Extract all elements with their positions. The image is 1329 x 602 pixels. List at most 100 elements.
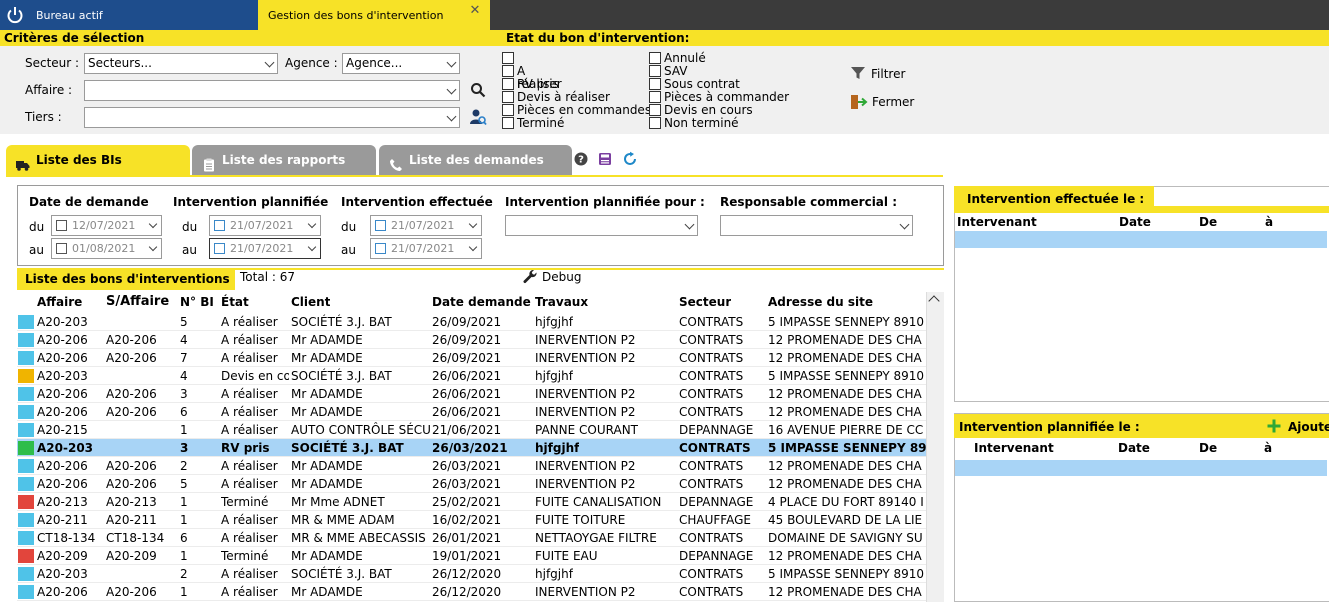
cell-adresse: 5 IMPASSE SENNEPY 8910 [768, 567, 925, 581]
demande-au-date[interactable]: 01/08/2021 [51, 238, 162, 259]
demande-au-checkbox[interactable] [56, 243, 67, 254]
add-icon[interactable] [1267, 419, 1281, 433]
cell-saffaire: A20-206 [106, 459, 157, 473]
secteur-select[interactable]: Secteurs... [84, 53, 278, 74]
effect-du-checkbox[interactable] [375, 220, 386, 231]
planifiee-pour-select[interactable] [505, 215, 698, 236]
filter-icon[interactable] [850, 65, 866, 81]
tab-liste-demandes[interactable]: Liste des demandes [379, 145, 572, 175]
scrollbar[interactable] [926, 292, 944, 602]
tab-liste-bis[interactable]: Liste des BIs [6, 145, 190, 175]
tiers-select[interactable] [84, 107, 460, 128]
table-row[interactable]: A20-206 A20-206 4 A réaliser Mr ADAMDE 26/09/… [17, 331, 926, 349]
effectuee-selected-row[interactable] [955, 231, 1327, 248]
cell-date: 16/02/2021 [432, 513, 502, 527]
cell-adresse: 12 PROMENADE DES CHA [768, 333, 922, 347]
user-search-icon[interactable] [469, 108, 487, 126]
save-icon[interactable] [598, 152, 612, 166]
table-row[interactable]: A20-211 A20-211 1 A réaliser MR & MME ADAM 16… [17, 511, 926, 529]
ajoute-button[interactable]: Ajoute [1288, 420, 1329, 434]
effect-du-date[interactable]: 21/07/2021 [370, 215, 482, 236]
search-icon[interactable] [470, 82, 486, 98]
table-row[interactable]: A20-206 A20-206 6 A réaliser Mr ADAMDE 26/06/… [17, 403, 926, 421]
table-row[interactable]: A20-206 A20-206 3 A réaliser Mr ADAMDE 26/06/… [17, 385, 926, 403]
checkbox-non-termine[interactable] [649, 117, 661, 129]
cell-etat: Terminé [221, 549, 269, 563]
col-affaire[interactable]: Affaire [37, 292, 82, 312]
eff-col-date: Date [1119, 215, 1151, 229]
cell-affaire: A20-203 [37, 567, 88, 581]
planif-au-checkbox[interactable] [214, 243, 225, 254]
affaire-select[interactable] [84, 80, 460, 101]
agence-select[interactable]: Agence... [342, 53, 460, 74]
table-row[interactable]: A20-213 A20-213 1 Terminé Mr Mme ADNET 25/02/… [17, 493, 926, 511]
effect-au-date[interactable]: 21/07/2021 [370, 238, 482, 259]
cell-adresse: 12 PROMENADE DES CHA [768, 387, 922, 401]
checkbox-sous-contrat[interactable] [649, 78, 661, 90]
secteur-label: Secteur : [25, 56, 80, 70]
col-nbi[interactable]: N° BI [180, 292, 214, 312]
table-row[interactable]: A20-203 5 A réaliser SOCIÉTÉ 3.J. BAT 26/09/… [17, 313, 926, 331]
tab-gestion-bons[interactable]: Gestion des bons d'intervention [258, 0, 490, 30]
cell-travaux: INERVENTION P2 [535, 405, 636, 419]
table-row[interactable]: A20-206 A20-206 5 A réaliser Mr ADAMDE 26/03/… [17, 475, 926, 493]
checkbox-a-realiser[interactable] [502, 65, 514, 77]
cell-nbi: 4 [180, 369, 188, 383]
cell-date: 26/09/2021 [432, 315, 502, 329]
cell-date: 26/06/2021 [432, 387, 502, 401]
checkbox-termine[interactable] [502, 117, 514, 129]
col-client[interactable]: Client [291, 292, 330, 312]
table-row[interactable]: A20-203 2 A réaliser SOCIÉTÉ 3.J. BAT 26/12/… [17, 565, 926, 583]
demande-du-checkbox[interactable] [56, 220, 67, 231]
debug-button[interactable]: Debug [542, 270, 581, 284]
cell-nbi: 1 [180, 549, 188, 563]
checkbox-pieces-en-commandes[interactable] [502, 104, 514, 116]
col-secteur[interactable]: Secteur [679, 292, 731, 312]
checkbox-sav[interactable] [649, 65, 661, 77]
cell-travaux: INERVENTION P2 [535, 333, 636, 347]
cell-affaire: A20-203 [37, 441, 94, 455]
effect-au-checkbox[interactable] [375, 243, 386, 254]
responsable-select[interactable] [720, 215, 913, 236]
demande-du-date[interactable]: 12/07/2021 [51, 215, 162, 236]
cell-saffaire: A20-209 [106, 549, 157, 563]
help-icon[interactable]: ? [574, 152, 588, 166]
wrench-icon[interactable] [522, 269, 538, 285]
planifiee-selected-row[interactable] [955, 460, 1327, 476]
planif-du-checkbox[interactable] [214, 220, 225, 231]
checkbox-annule[interactable] [649, 52, 661, 64]
planif-du-date[interactable]: 21/07/2021 [209, 215, 321, 236]
tab-liste-rapports[interactable]: Liste des rapports [192, 145, 376, 175]
planif-au-date[interactable]: 21/07/2021 [209, 238, 321, 259]
table-row[interactable]: A20-206 A20-206 1 A réaliser Mr ADAMDE 26/12/… [17, 583, 926, 601]
col-date-demande[interactable]: Date demande [432, 292, 531, 312]
close-tab-icon[interactable]: ✕ [468, 4, 482, 18]
filtrer-button[interactable]: Filtrer [871, 67, 905, 81]
col-travaux[interactable]: Travaux [535, 292, 588, 312]
list-title: Liste des bons d'interventions [17, 268, 235, 290]
tab-bureau-actif[interactable]: Bureau actif [30, 0, 258, 30]
power-icon[interactable] [0, 0, 30, 30]
col-saffaire[interactable]: S/Affaire [106, 292, 169, 312]
col-adresse[interactable]: Adresse du site [768, 292, 873, 312]
table-row[interactable]: A20-203 3 RV pris SOCIÉTÉ 3.J. BAT 26/03/202… [17, 439, 926, 457]
checkbox-devis-a-realiser[interactable] [502, 91, 514, 103]
cell-secteur: CONTRATS [679, 585, 744, 599]
tab-liste-rapports-label: Liste des rapports [222, 153, 346, 167]
table-row[interactable]: CT18-134 CT18-134 6 A réaliser MR & MME ABEC… [17, 529, 926, 547]
checkbox-devis-en-cours[interactable] [649, 104, 661, 116]
planif-au-label: au [182, 243, 197, 257]
checkbox-pieces-a-commander[interactable] [649, 91, 661, 103]
table-row[interactable]: A20-206 A20-206 7 A réaliser Mr ADAMDE 26/09/… [17, 349, 926, 367]
table-row[interactable]: A20-209 A20-209 1 Terminé Mr ADAMDE 19/01/202… [17, 547, 926, 565]
cell-date: 26/03/2021 [432, 477, 502, 491]
table-row[interactable]: A20-203 4 Devis en co SOCIÉTÉ 3.J. BAT 26/06… [17, 367, 926, 385]
table-row[interactable]: A20-206 A20-206 2 A réaliser Mr ADAMDE 26/03/… [17, 457, 926, 475]
checkbox-rv-pris[interactable] [502, 78, 514, 90]
exit-icon[interactable] [850, 93, 868, 111]
col-etat[interactable]: État [221, 292, 249, 312]
refresh-icon[interactable] [622, 151, 638, 167]
checkbox-empty-top[interactable] [502, 52, 514, 64]
fermer-button[interactable]: Fermer [872, 95, 914, 109]
table-row[interactable]: A20-215 1 A réaliser AUTO CONTRÔLE SÉCUF 21/… [17, 421, 926, 439]
